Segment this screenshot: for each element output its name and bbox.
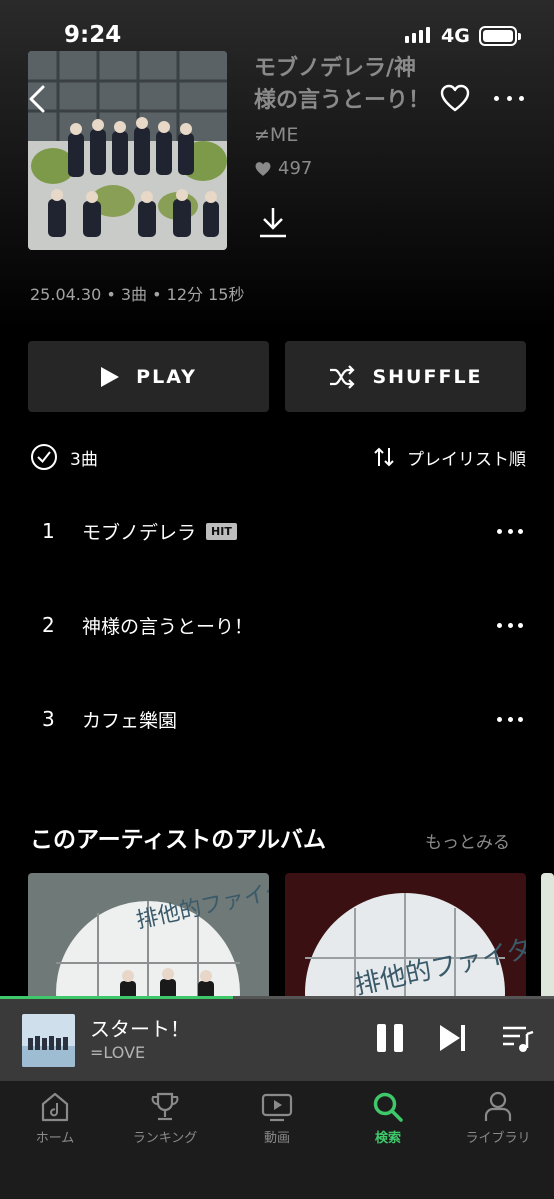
tab-ranking[interactable]: ランキング <box>115 1091 215 1146</box>
track-title: 神様の言うとーり！ <box>82 612 253 639</box>
sort-button[interactable]: プレイリスト順 <box>373 445 526 470</box>
select-tracks-button[interactable]: 3曲 <box>30 443 98 471</box>
shuffle-icon <box>330 364 356 389</box>
download-icon <box>260 208 286 238</box>
search-icon <box>373 1092 403 1122</box>
track-row[interactable]: 1 モブノデレラ HIT <box>0 501 554 561</box>
tab-label: 動画 <box>263 1131 290 1146</box>
track-more-button[interactable] <box>497 715 523 723</box>
home-icon <box>41 1092 69 1122</box>
track-title-text: モブノデレラ <box>82 521 197 544</box>
track-title: カフェ樂園 <box>82 706 177 733</box>
track-title-text: カフェ樂園 <box>82 709 178 732</box>
tab-search[interactable]: 検索 <box>338 1091 438 1146</box>
skip-next-icon <box>440 1025 465 1051</box>
album-card[interactable] <box>541 873 554 1013</box>
pause-button[interactable] <box>372 1020 408 1056</box>
trophy-icon <box>151 1092 179 1121</box>
sort-icon <box>374 447 394 467</box>
heart-icon <box>440 84 470 112</box>
hit-badge: HIT <box>206 522 237 540</box>
play-button[interactable]: PLAY <box>28 341 269 412</box>
video-icon <box>261 1093 293 1122</box>
pause-icon <box>377 1024 403 1052</box>
tab-home[interactable]: ホーム <box>5 1091 105 1146</box>
now-playing-title: スタート！ <box>90 1017 190 1041</box>
track-row[interactable]: 2 神様の言うとーり！ <box>0 595 554 655</box>
tab-video[interactable]: 動画 <box>227 1091 327 1146</box>
shuffle-label: SHUFFLE <box>372 365 483 388</box>
chevron-left-icon <box>29 85 45 113</box>
play-label: PLAY <box>136 365 197 388</box>
tab-label: ホーム <box>35 1131 75 1146</box>
tab-label: 検索 <box>374 1131 401 1146</box>
check-circle-icon <box>31 444 57 470</box>
tab-bar: ホーム ランキング 動画 検索 ライブラリ <box>0 1081 554 1199</box>
tab-label: ランキング <box>132 1131 198 1146</box>
next-button[interactable] <box>436 1020 472 1056</box>
sort-label: プレイリスト順 <box>407 449 526 470</box>
queue-music-icon <box>503 1026 534 1052</box>
status-time: 9:24 <box>64 22 122 48</box>
track-title-text: 神様の言うとーり！ <box>82 615 254 638</box>
section-title: このアーティストのアルバム <box>30 827 327 853</box>
now-playing-cover <box>22 1014 75 1067</box>
album-meta: 25.04.30 • 3曲 • 12分 15秒 <box>30 285 245 304</box>
track-number: 2 <box>42 613 55 637</box>
back-button[interactable] <box>22 82 52 116</box>
tab-label: ライブラリ <box>465 1131 531 1146</box>
like-count: 497 <box>254 158 312 179</box>
see-more-link[interactable]: もっとみる <box>425 828 510 853</box>
track-number: 3 <box>42 707 55 731</box>
queue-button[interactable] <box>500 1020 536 1056</box>
progress-bar <box>0 996 233 999</box>
signal-icon <box>405 27 430 43</box>
album-cover <box>28 51 227 250</box>
heart-filled-icon <box>255 161 271 176</box>
favorite-button[interactable] <box>440 84 470 114</box>
network-label: 4G <box>441 25 470 47</box>
now-playing-artist: =LOVE <box>90 1043 146 1062</box>
download-button[interactable] <box>256 205 290 239</box>
play-icon <box>101 366 120 387</box>
battery-icon <box>479 26 521 46</box>
track-number: 1 <box>42 519 55 543</box>
track-row[interactable]: 3 カフェ樂園 <box>0 689 554 749</box>
track-count: 3曲 <box>70 449 98 470</box>
album-card[interactable]: 排他的ファイター <box>285 873 526 1013</box>
like-count-value: 497 <box>278 158 313 179</box>
album-title: モブノデレラ/神様の言うとーり！ <box>254 56 431 113</box>
mini-player[interactable]: スタート！ =LOVE <box>0 996 554 1081</box>
artist-name[interactable]: ≠ME <box>254 124 298 146</box>
more-options-button[interactable] <box>494 88 524 108</box>
track-more-button[interactable] <box>497 527 523 535</box>
track-list-header: 3曲 プレイリスト順 <box>30 442 526 472</box>
track-title: モブノデレラ HIT <box>82 518 237 545</box>
library-icon <box>484 1091 512 1121</box>
shuffle-button[interactable]: SHUFFLE <box>285 341 526 412</box>
album-card[interactable]: 排他的ファイター <box>28 873 269 1013</box>
track-more-button[interactable] <box>497 621 523 629</box>
tab-library[interactable]: ライブラリ <box>448 1091 548 1146</box>
